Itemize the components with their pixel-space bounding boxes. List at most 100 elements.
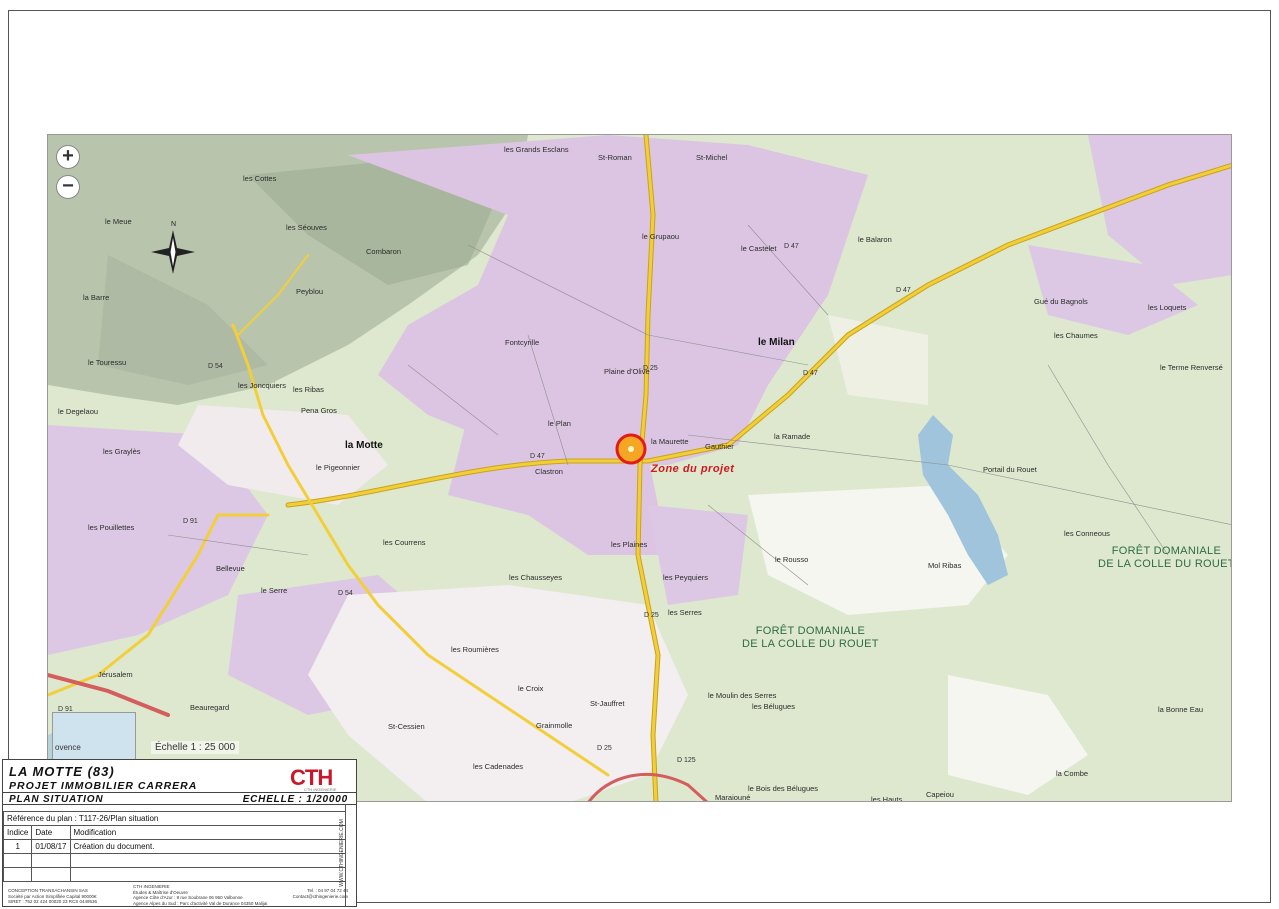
forest-label: FORÊT DOMANIALE DE LA COLLE DU ROUET	[1098, 545, 1232, 570]
place-label: le Degelaou	[58, 407, 99, 416]
place-label: Clastron	[535, 467, 563, 476]
place-label: la Motte	[345, 440, 383, 451]
project-marker-icon	[615, 433, 647, 465]
place-label: les Pouillettes	[88, 523, 135, 532]
place-label: Bellevue	[216, 564, 245, 573]
company-info: CONCEPTION TRANSACHANSIN SAS Société par…	[8, 888, 97, 905]
place-label: St-Jauffret	[590, 699, 625, 708]
place-label: Portail du Rouet	[983, 465, 1037, 474]
plan-row: PLAN SITUATION ECHELLE : 1/20000	[3, 792, 356, 805]
road-number-label: D 125	[677, 757, 696, 764]
svg-text:N: N	[171, 221, 176, 228]
place-label: la Barre	[83, 293, 110, 302]
table-row	[2, 867, 346, 882]
zoom-in-button[interactable]: +	[56, 145, 80, 169]
map-view[interactable]: N + − les Grands Esclans St-Roman St-Miche…	[47, 134, 1232, 802]
row-date	[31, 853, 71, 868]
place-label: la Combe	[1056, 769, 1089, 778]
place-label: Beauregard	[190, 703, 230, 712]
place-label: Gué du Bagnols	[1034, 297, 1088, 306]
place-label: le Grupaou	[642, 232, 680, 241]
road-number-label: D 54	[208, 363, 223, 370]
place-label: le Meue	[105, 217, 132, 226]
place-label: le Croix	[518, 684, 544, 693]
place-label: le Plan	[548, 419, 571, 428]
place-label: les Roumières	[451, 645, 499, 654]
place-label: les Conneous	[1064, 529, 1110, 538]
inset-town-label: ovence	[55, 743, 81, 752]
place-label: les Courrens	[383, 538, 426, 547]
place-label: le Serre	[261, 586, 288, 595]
road-number-label: D 25	[644, 612, 659, 619]
row-indice	[2, 853, 33, 868]
place-label: les Cadenades	[473, 762, 524, 771]
row-modification	[69, 853, 346, 868]
road-number-label: D 91	[183, 518, 198, 525]
place-label: St-Roman	[598, 153, 632, 162]
road-number-label: D 25	[597, 745, 612, 752]
project-title: LA MOTTE (83)	[9, 764, 115, 779]
place-label: le Moulin des Serres	[708, 691, 777, 700]
place-label: les Plaines	[611, 540, 648, 549]
place-label: les Hauts	[871, 795, 903, 802]
row-indice	[2, 867, 33, 882]
place-label: le Castelet	[741, 244, 777, 253]
place-label: les Ribas	[293, 385, 324, 394]
place-label: Capeiou	[926, 790, 954, 799]
row-date: 01/08/17	[31, 839, 71, 854]
header-date: Date	[31, 825, 71, 840]
row-modification: Création du document.	[69, 839, 346, 854]
place-label: le Balaron	[858, 235, 892, 244]
place-label: le Touressu	[88, 358, 127, 367]
scale-label: Échelle 1 : 25 000	[151, 741, 240, 754]
header-indice: Indice	[2, 825, 33, 840]
title-block-footer: CONCEPTION TRANSACHANSIN SAS Société par…	[3, 884, 356, 906]
place-label: Grainmolle	[536, 721, 573, 730]
place-label: la Maurette	[651, 437, 689, 446]
place-label: les Grands Esclans	[504, 145, 569, 154]
place-label: le Rousso	[775, 555, 809, 564]
place-label: Mol Ribas	[928, 561, 962, 570]
place-label: les Séouves	[286, 223, 327, 232]
road-number-label: D 47	[896, 287, 911, 294]
table-row: 1 01/08/17 Création du document.	[2, 839, 346, 854]
road-number-label: D 25	[643, 365, 658, 372]
footer-mid-line: Agence Alpes du Sud : Parc d'activité Va…	[133, 900, 268, 906]
road-number-label: D 47	[784, 243, 799, 250]
plan-name: PLAN SITUATION	[9, 794, 104, 805]
footer-left-line: SIRET : 752 02 424 00020 23 RCS 0449536	[8, 899, 97, 904]
map-base: N	[48, 135, 1231, 801]
place-label: le Terme Renversé	[1160, 363, 1223, 372]
reference-cell: Référence du plan : T117-26/Plan situati…	[3, 811, 346, 826]
road-number-label: D 47	[803, 370, 818, 377]
place-label: la Bonne Eau	[1158, 705, 1204, 714]
place-label: Gauthier	[705, 442, 734, 451]
agency-info: CTH INGENIERIE Études & Maîtrise d'Oeuvr…	[133, 884, 267, 906]
road-number-label: D 47	[530, 453, 545, 460]
place-label: Combaron	[366, 247, 402, 256]
place-label: le Pigeonnier	[316, 463, 360, 472]
road-number-label: D 54	[338, 590, 353, 597]
zoom-out-button[interactable]: −	[56, 175, 80, 199]
place-label: le Milan	[758, 337, 795, 348]
place-label: les Cottes	[243, 174, 277, 183]
overview-inset[interactable]: ovence	[52, 712, 136, 766]
row-indice: 1	[2, 839, 33, 854]
place-label: les Chausseyes	[509, 573, 562, 582]
email-text[interactable]: Contact@cthingenierie.com	[293, 894, 348, 900]
row-modification	[69, 867, 346, 882]
project-zone-label: Zone du projet	[651, 463, 735, 475]
website-side-text: WWW.CTHINGENIERIE.COM	[338, 819, 345, 887]
table-row	[2, 853, 346, 868]
footer-left-line: CONCEPTION TRANSACHANSIN SAS	[8, 888, 88, 893]
place-label: St-Michel	[696, 153, 728, 162]
project-subtitle: PROJET IMMOBILIER CARRERA	[9, 780, 198, 792]
place-label: le Bois des Bélugues	[748, 784, 819, 793]
place-label: les Chaumes	[1054, 331, 1098, 340]
place-label: les Loquets	[1148, 303, 1187, 312]
row-date	[31, 867, 71, 882]
contact-info: Tel. : 04 97 04 72 44 Contact@cthingenie…	[293, 888, 348, 900]
place-label: Pena Gros	[301, 406, 337, 415]
place-label: les Peyquiers	[663, 573, 709, 582]
cth-logo: CTH CTH INGENIERIE	[290, 765, 345, 792]
